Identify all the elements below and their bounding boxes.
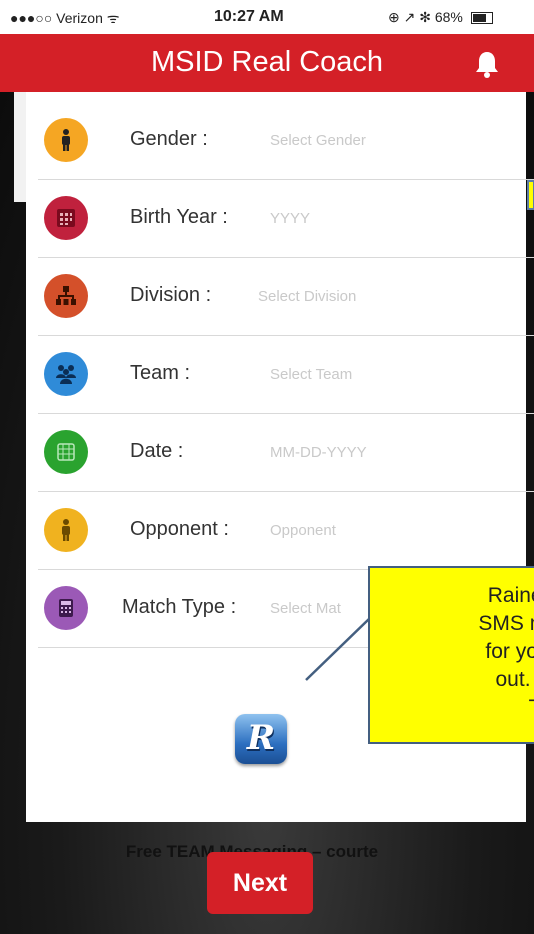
birth-year-row[interactable]: Birth Year : YYYY (38, 180, 534, 258)
group-icon (44, 352, 88, 396)
opponent-input[interactable]: Opponent (270, 522, 336, 539)
battery-icon (470, 12, 493, 25)
team-label: Team : (130, 362, 191, 384)
bell-icon[interactable] (474, 50, 500, 78)
match-type-label: Match Type : (122, 596, 237, 618)
callout-line-5: T (370, 694, 534, 722)
next-button[interactable]: Next (207, 852, 313, 914)
opponent-person-icon (44, 508, 88, 552)
callout-text: RainedOu SMS messa for your ov out. It’s… (370, 582, 534, 722)
callout-line-3: for your ov (485, 640, 534, 663)
app-header: MSID Real Coach (0, 34, 534, 92)
calendar-icon (44, 196, 88, 240)
clock: 10:27 AM (214, 8, 284, 25)
battery-percent: ⊕ ↗ ✻ 68% (388, 9, 463, 25)
calendar-grid-icon (44, 430, 88, 474)
opponent-row[interactable]: Opponent : Opponent (38, 492, 534, 570)
callout-pointer (305, 617, 371, 681)
battery-status: ⊕ ↗ ✻ 68% (388, 9, 493, 26)
date-input[interactable]: MM-DD-YYYY (270, 444, 367, 461)
callout-line-2: SMS messa (478, 612, 534, 635)
gender-label: Gender : (130, 128, 208, 150)
division-row[interactable]: Division : Select Division (38, 258, 534, 336)
status-bar: ●●●○○ Verizon ᯤ 10:27 AM ⊕ ↗ ✻ 68% (0, 0, 534, 34)
division-label: Division : (130, 284, 212, 306)
carrier-signal: ●●●○○ Verizon ᯤ (10, 10, 120, 26)
hierarchy-icon (44, 274, 88, 318)
rainedout-logo-letter: R (246, 718, 276, 758)
person-icon (44, 118, 88, 162)
birth-year-label: Birth Year : (130, 206, 228, 228)
callout-line-1: RainedOu (487, 584, 534, 607)
calculator-icon (44, 586, 88, 630)
opponent-label: Opponent : (130, 518, 229, 540)
callout-line-4: out. It’s f (495, 668, 534, 691)
team-select[interactable]: Select Team (270, 366, 352, 383)
gender-select[interactable]: Select Gender (270, 132, 366, 149)
rainedout-callout: RainedOu SMS messa for your ov out. It’s… (368, 566, 534, 744)
date-label: Date : (130, 440, 184, 462)
team-row[interactable]: Team : Select Team (38, 336, 534, 414)
page-title: MSID Real Coach (150, 46, 384, 78)
division-select[interactable]: Select Division (258, 288, 356, 305)
date-row[interactable]: Date : MM-DD-YYYY (38, 414, 534, 492)
rainedout-logo[interactable]: R (235, 714, 287, 764)
birth-year-input[interactable]: YYYY (270, 210, 310, 227)
gender-row[interactable]: Gender : Select Gender (38, 102, 534, 180)
